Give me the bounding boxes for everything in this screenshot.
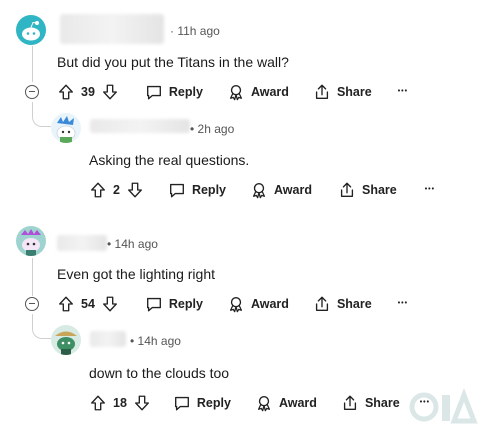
award-button[interactable]: Award [250,181,312,199]
snoo-avatar-icon [22,21,40,41]
comment-text: But did you put the Titans in the wall? [57,54,289,70]
award-button[interactable]: Award [227,83,289,101]
downvote-icon[interactable] [126,181,144,199]
comment-actions: 54 Reply Award Share ••• [57,292,408,316]
share-label: Share [336,297,372,311]
reply-button[interactable]: Reply [145,295,203,313]
more-options-button[interactable]: ••• [398,299,408,309]
award-label: Award [274,183,312,197]
reply-button[interactable]: Reply [173,394,231,412]
share-icon [341,394,359,412]
vote-group: 18 [89,394,151,412]
thread-line [32,258,33,296]
avatar [51,325,81,355]
comment-time: • 14h ago [107,237,158,251]
more-options-button[interactable]: ••• [425,185,435,195]
username[interactable] [60,14,164,44]
snoo-avatar-icon [56,116,76,143]
avatar [51,113,81,143]
more-icon: ••• [424,186,436,193]
snoo-avatar-icon [21,229,41,256]
vote-group: 54 [57,295,119,313]
share-icon [313,295,331,313]
username[interactable] [57,235,107,251]
comment-text: Even got the lighting right [57,266,215,282]
comment-time: • 14h ago [130,334,181,348]
collapse-icon[interactable] [25,297,39,311]
award-label: Award [250,85,289,99]
share-button[interactable]: Share [341,394,400,412]
upvote-icon[interactable] [89,181,107,199]
vote-score: 2 [113,183,120,197]
award-label: Award [278,396,317,410]
share-label: Share [361,183,397,197]
award-button[interactable]: Award [227,295,289,313]
comment-text: down to the clouds too [89,365,230,381]
reply-label: Reply [196,396,231,410]
more-icon: ••• [397,88,409,95]
reply-icon [168,181,186,199]
upvote-icon[interactable] [57,83,75,101]
more-options-button[interactable]: ••• [398,87,408,97]
upvote-icon[interactable] [89,394,107,412]
avatar [16,15,46,45]
thread-elbow [32,112,51,127]
avatar [16,226,46,256]
username[interactable] [90,331,126,347]
thread-elbow [32,324,51,339]
share-button[interactable]: Share [313,295,372,313]
reply-icon [173,394,191,412]
reply-icon [145,295,163,313]
comment-text: Asking the real questions. [89,152,250,168]
share-label: Share [336,85,372,99]
share-icon [338,181,356,199]
reply-label: Reply [168,85,203,99]
downvote-icon[interactable] [101,295,119,313]
reply-label: Reply [191,183,226,197]
award-icon [227,295,245,313]
vote-score: 39 [81,85,95,99]
snoo-avatar-icon [55,331,77,355]
thread-line [32,46,33,82]
award-label: Award [250,297,289,311]
watermark-logo [409,388,478,424]
comment-actions: 2 Reply Award Share ••• [89,178,435,202]
comment-actions: 39 Reply Award Share ••• [57,80,408,104]
collapse-icon[interactable] [25,85,39,99]
reply-button[interactable]: Reply [145,83,203,101]
vote-score: 18 [113,396,127,410]
award-button[interactable]: Award [255,394,317,412]
award-icon [255,394,273,412]
downvote-icon[interactable] [101,83,119,101]
username[interactable] [90,119,190,133]
reply-button[interactable]: Reply [168,181,226,199]
comment-time: · 11h ago [170,24,220,38]
vote-group: 39 [57,83,119,101]
upvote-icon[interactable] [57,295,75,313]
reply-label: Reply [168,297,203,311]
award-icon [250,181,268,199]
share-button[interactable]: Share [338,181,397,199]
award-icon [227,83,245,101]
vote-score: 54 [81,297,95,311]
reply-icon [145,83,163,101]
comment-actions: 18 Reply Award Share ••• [89,391,430,415]
more-icon: ••• [397,300,409,307]
share-icon [313,83,331,101]
comment-time: • 2h ago [190,122,235,136]
share-button[interactable]: Share [313,83,372,101]
vote-group: 2 [89,181,144,199]
downvote-icon[interactable] [133,394,151,412]
